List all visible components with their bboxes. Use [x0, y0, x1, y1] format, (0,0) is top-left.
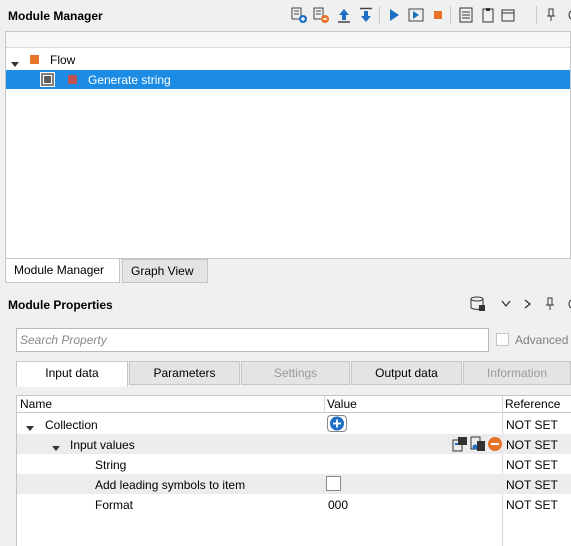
column-header-reference[interactable]: Reference [505, 397, 560, 411]
row-reference: NOT SET [506, 478, 558, 492]
tab-parameters[interactable]: Parameters [129, 361, 240, 385]
remove-module-icon[interactable] [313, 7, 329, 23]
module-properties-header: Module Properties [0, 289, 571, 319]
chevron-down-icon[interactable] [26, 421, 34, 435]
move-item-icon[interactable] [452, 436, 468, 455]
row-name: String [95, 458, 127, 472]
row-name: Input values [70, 438, 135, 452]
search-property-input[interactable]: Search Property [16, 328, 489, 352]
run-icon[interactable] [386, 7, 402, 23]
generate-module-icon [68, 75, 77, 84]
tree-item-flow[interactable]: Flow [6, 51, 570, 70]
table-row[interactable]: Input values NOT SET [17, 434, 571, 454]
advanced-label: Advanced [515, 333, 569, 347]
chevron-down-icon[interactable] [52, 441, 60, 455]
row-reference: NOT SET [506, 438, 558, 452]
tab-settings: Settings [241, 361, 350, 385]
tree-item-label: Generate string [88, 73, 171, 87]
database-icon[interactable] [470, 296, 486, 312]
table-row[interactable]: Collection NOT SET [17, 414, 571, 434]
toolbar-separator [450, 6, 451, 24]
property-grid: Name Value Reference Collection NOT SET … [16, 395, 571, 546]
toolbar-separator [379, 6, 380, 24]
module-tree: Flow Generate string [5, 31, 571, 259]
row-name: Format [95, 498, 134, 512]
column-header-name[interactable]: Name [20, 397, 52, 411]
flow-module-icon [30, 55, 39, 64]
row-name: Collection [45, 418, 98, 432]
column-divider [324, 396, 325, 413]
tree-header-strip [6, 32, 570, 48]
column-header-value[interactable]: Value [327, 397, 357, 411]
tree-item-generate-string[interactable]: Generate string [6, 70, 570, 89]
row-reference: NOT SET [506, 498, 558, 512]
row-name: Add leading symbols to item [95, 478, 246, 492]
close-icon[interactable] [563, 7, 571, 23]
properties-icon[interactable] [458, 7, 474, 23]
advanced-checkbox[interactable] [496, 333, 509, 346]
run-step-icon[interactable] [408, 7, 424, 23]
chevron-right-icon[interactable] [520, 296, 536, 312]
table-row[interactable]: Add leading symbols to item NOT SET [17, 474, 571, 494]
grid-header: Name Value Reference [17, 396, 571, 413]
tab-output-data[interactable]: Output data [351, 361, 462, 385]
toolbar-separator [536, 6, 537, 24]
window-options-icon[interactable] [501, 7, 517, 23]
table-row[interactable]: String NOT SET [17, 454, 571, 474]
copy-item-icon[interactable] [470, 436, 486, 455]
module-properties-title: Module Properties [8, 298, 113, 312]
leading-symbols-checkbox[interactable] [326, 476, 341, 491]
move-up-icon[interactable] [336, 7, 352, 23]
move-down-icon[interactable] [358, 7, 374, 23]
add-module-icon[interactable] [291, 7, 307, 23]
clipboard-icon[interactable] [480, 7, 496, 23]
format-value[interactable]: 000 [328, 498, 348, 512]
row-reference: NOT SET [506, 418, 558, 432]
module-state-checkbox[interactable] [40, 72, 55, 87]
tab-graph-view[interactable]: Graph View [122, 259, 208, 283]
stop-icon[interactable] [430, 7, 446, 23]
tab-information: Information [463, 361, 571, 385]
tree-item-label: Flow [50, 53, 76, 67]
module-manager-header: Module Manager [0, 0, 571, 30]
tab-module-manager[interactable]: Module Manager [5, 259, 120, 283]
close-icon[interactable] [562, 296, 571, 312]
table-row[interactable]: Format 000 NOT SET [17, 494, 571, 514]
module-manager-title: Module Manager [8, 9, 103, 23]
chevron-down-icon[interactable] [11, 57, 19, 71]
remove-item-icon[interactable] [487, 436, 503, 455]
pin-icon[interactable] [543, 7, 559, 23]
chevron-down-icon[interactable] [498, 296, 514, 312]
pin-icon[interactable] [542, 296, 558, 312]
row-reference: NOT SET [506, 458, 558, 472]
tab-input-data[interactable]: Input data [16, 361, 128, 387]
add-item-button[interactable] [327, 415, 347, 432]
